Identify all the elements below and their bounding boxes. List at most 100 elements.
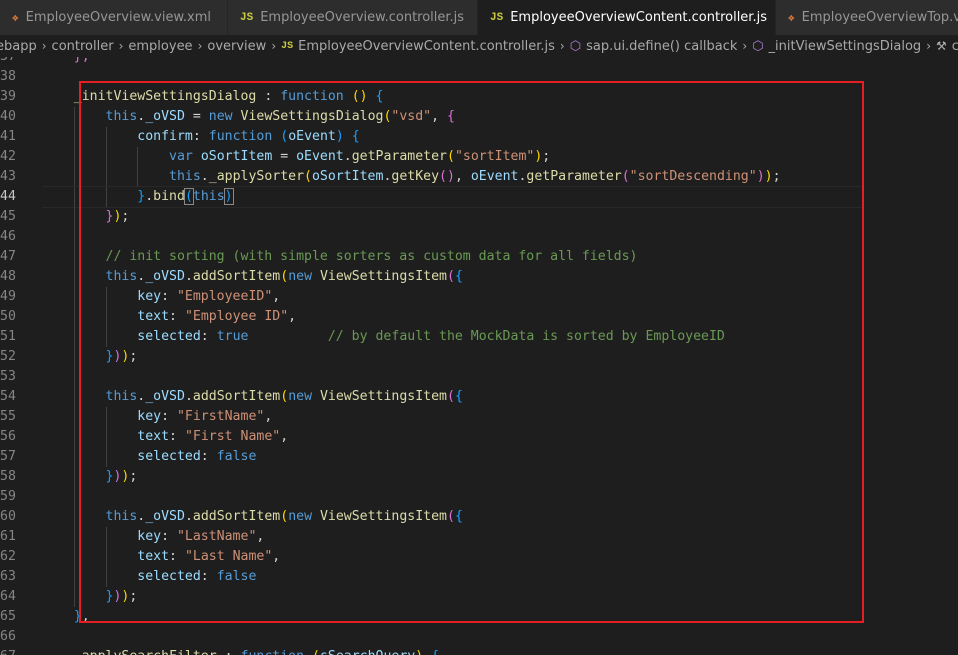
code-token: , — [272, 289, 281, 304]
code-token: _applySearchFilter — [42, 649, 217, 655]
tab-employee-overview-top-view[interactable]: ❖ EmployeeOverviewTop.vi — [776, 0, 958, 35]
chevron-right-icon: › — [197, 39, 203, 53]
line-number: 59 — [0, 489, 16, 504]
vertical-scrollbar[interactable] — [944, 57, 958, 655]
code-line[interactable]: 45 }); — [0, 207, 958, 227]
code-text: }, — [42, 57, 90, 67]
code-line[interactable]: 51 selected: true // by default the Mock… — [0, 327, 958, 347]
code-token: bind — [153, 189, 185, 204]
code-token: selected — [42, 329, 201, 344]
code-token: : — [169, 549, 185, 564]
code-token: ( — [447, 389, 455, 404]
code-text: confirm: function (oEvent) { — [42, 127, 359, 147]
code-token: } — [42, 609, 82, 624]
breadcrumb-item-define-callback[interactable]: ⬡ sap.ui.define() callback — [570, 39, 738, 54]
breadcrumb-item-confirm[interactable]: ⚒ confirm — [936, 39, 958, 54]
code-line[interactable]: 46 — [0, 227, 958, 247]
code-line[interactable]: 57 selected: false — [0, 447, 958, 467]
code-line[interactable]: 52 })); — [0, 347, 958, 367]
line-number: 53 — [0, 369, 16, 384]
code-line[interactable]: 50 text: "Employee ID", — [0, 307, 958, 327]
chevron-right-icon: › — [742, 39, 748, 53]
line-number: 60 — [0, 509, 16, 524]
code-line[interactable]: 64 })); — [0, 587, 958, 607]
code-token: ; — [129, 469, 138, 484]
code-line[interactable]: 55 key: "FirstName", — [0, 407, 958, 427]
code-line[interactable]: 56 text: "First Name", — [0, 427, 958, 447]
code-token: oEvent — [470, 169, 519, 184]
tab-label: EmployeeOverviewTop.vi — [801, 10, 958, 25]
code-token: "Last Name" — [184, 549, 273, 564]
code-token: = — [184, 109, 209, 124]
code-editor[interactable]: 37 }, 38 39 _initViewSettingsDialog : func… — [0, 57, 958, 655]
code-line[interactable]: 42 var oSortItem = oEvent.getParameter("… — [0, 147, 958, 167]
tab-employee-overview-content-controller[interactable]: JS EmployeeOverviewContent.controller.js… — [478, 0, 789, 35]
code-text: selected: false — [42, 567, 256, 587]
code-token: confirm — [42, 129, 193, 144]
code-line[interactable]: 43 this._applySorter(oSortItem.getKey(),… — [0, 167, 958, 187]
code-token: this — [42, 389, 138, 404]
code-token: new — [288, 389, 313, 404]
tab-employee-overview-view[interactable]: ❖ EmployeeOverview.view.xml — [0, 0, 228, 35]
code-token: : — [200, 569, 217, 584]
code-text: this._oVSD = new ViewSettingsDialog("vsd… — [42, 107, 455, 127]
code-token: new — [288, 509, 313, 524]
code-token: this — [42, 169, 201, 184]
code-token: : — [161, 529, 177, 544]
code-token: key — [42, 409, 162, 424]
code-line[interactable]: 60 this._oVSD.addSortItem(new ViewSettin… — [0, 507, 958, 527]
code-token: var — [42, 149, 193, 164]
tab-employee-overview-controller[interactable]: JS EmployeeOverview.controller.js — [228, 0, 478, 35]
code-token: function — [280, 89, 344, 104]
code-token: ViewSettingsItem — [319, 269, 448, 284]
code-line[interactable]: 48 this._oVSD.addSortItem(new ViewSettin… — [0, 267, 958, 287]
code-line[interactable]: 63 selected: false — [0, 567, 958, 587]
code-token: . — [200, 169, 209, 184]
line-number: 57 — [0, 449, 16, 464]
code-token: _oVSD — [145, 269, 185, 284]
code-token: ( — [280, 269, 289, 284]
code-text: this._oVSD.addSortItem(new ViewSettingsI… — [42, 507, 463, 527]
code-line[interactable]: 53 — [0, 367, 958, 387]
breadcrumb-item-employee[interactable]: employee — [128, 39, 192, 54]
code-line[interactable]: 61 key: "LastName", — [0, 527, 958, 547]
line-number: 56 — [0, 429, 16, 444]
code-line[interactable]: 65 }, — [0, 607, 958, 627]
code-token: new — [288, 269, 313, 284]
breadcrumb-item-overview[interactable]: overview — [207, 39, 266, 54]
code-line[interactable]: 59 — [0, 487, 958, 507]
code-token: true — [216, 329, 249, 344]
code-line[interactable]: 62 text: "Last Name", — [0, 547, 958, 567]
code-text: }.bind(this) — [42, 187, 234, 207]
code-line[interactable]: 54 this._oVSD.addSortItem(new ViewSettin… — [0, 387, 958, 407]
code-line[interactable]: 40 this._oVSD = new ViewSettingsDialog("… — [0, 107, 958, 127]
code-line[interactable]: 41 confirm: function (oEvent) { — [0, 127, 958, 147]
breadcrumb-item-file[interactable]: JS EmployeeOverviewContent.controller.js — [281, 39, 555, 54]
code-line[interactable]: 58 })); — [0, 467, 958, 487]
code-line[interactable]: 66 — [0, 627, 958, 647]
line-number: 64 — [0, 589, 16, 604]
code-line[interactable]: 67 _applySearchFilter : function (sSearc… — [0, 647, 958, 655]
code-line[interactable]: 38 — [0, 67, 958, 87]
code-token: "sortItem" — [454, 149, 535, 164]
code-line[interactable]: 47 // init sorting (with simple sorters … — [0, 247, 958, 267]
tab-label: EmployeeOverview.controller.js — [260, 10, 465, 25]
breadcrumb-item-controller[interactable]: controller — [52, 39, 114, 54]
code-token: : — [200, 329, 217, 344]
code-token: , — [264, 409, 273, 424]
code-token: , — [272, 549, 281, 564]
breadcrumb-method-label: _initViewSettingsDialog — [768, 38, 922, 54]
code-line[interactable]: 37 }, — [0, 57, 958, 67]
breadcrumb-item-init-view-settings[interactable]: ⬡ _initViewSettingsDialog — [752, 39, 921, 54]
code-line[interactable]: 39 _initViewSettingsDialog : function ()… — [0, 87, 958, 107]
code-token: oSortItem — [311, 169, 384, 184]
code-token: , — [431, 109, 448, 124]
code-line[interactable]: 49 key: "EmployeeID", — [0, 287, 958, 307]
breadcrumb-item-ebapp[interactable]: ebapp — [0, 39, 37, 54]
code-line[interactable]: 44 }.bind(this) — [0, 186, 958, 208]
code-token: getKey — [391, 169, 440, 184]
code-token: = — [272, 149, 297, 164]
